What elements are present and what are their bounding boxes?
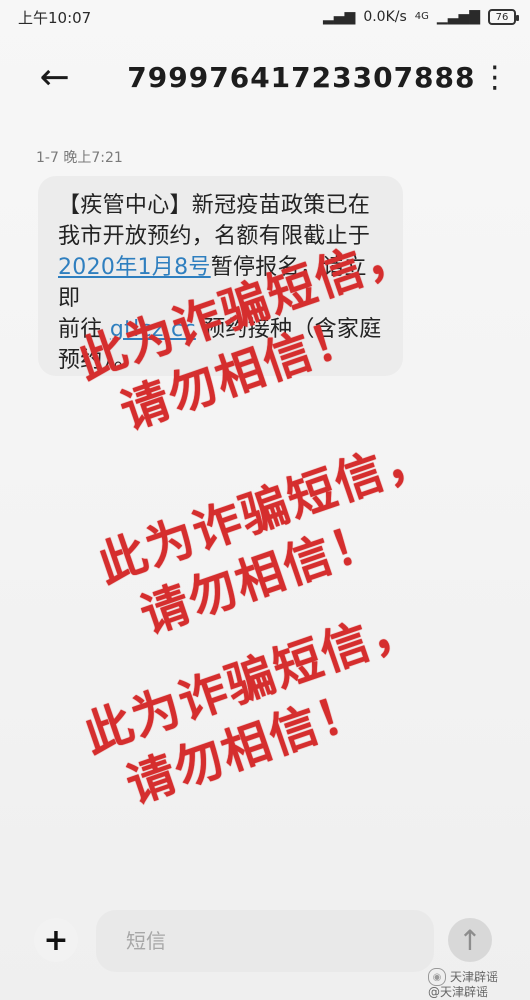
signal-bars-icon: ▁▃▅▇ <box>436 9 480 25</box>
contact-phone-number: 79997641723307888 <box>127 60 476 94</box>
net-speed: 0.0K/s <box>363 9 407 25</box>
status-bar: 上午10:07 ▂▄▆ 0.0K/s 4G ▁▃▅▇ 76 <box>0 0 530 34</box>
attach-button[interactable]: + <box>34 918 78 962</box>
message-line-1: 【疾管中心】新冠疫苗政策已在 <box>58 193 371 218</box>
weibo-icon: ◉ <box>428 968 446 986</box>
message-timestamp: 1-7 晚上7:21 <box>36 150 123 166</box>
status-indicators: ▂▄▆ 0.0K/s 4G ▁▃▅▇ 76 <box>323 9 519 25</box>
watermark-line-2: @天津辟谣 <box>428 985 489 999</box>
more-vertical-icon: ⋮ <box>479 59 510 95</box>
sms-conversation-screen: 上午10:07 ▂▄▆ 0.0K/s 4G ▁▃▅▇ 76 ← 79997641… <box>0 0 530 1000</box>
send-button[interactable]: ↑ <box>448 918 492 962</box>
compose-bar: + ↑ <box>0 906 530 976</box>
send-arrow-icon: ↑ <box>458 923 482 957</box>
signal-icon: ▂▄▆ <box>323 9 356 25</box>
more-options-button[interactable]: ⋮ <box>476 47 515 107</box>
sms-input[interactable] <box>96 910 434 972</box>
status-time: 上午10:07 <box>18 8 92 27</box>
watermark-line-1: 天津辟谣 <box>450 969 499 984</box>
conversation-header: ← 79997641723307888 ⋮ <box>0 34 530 120</box>
plus-icon: + <box>43 922 69 958</box>
date-link[interactable]: 2020年1月8号 <box>58 255 211 280</box>
weibo-watermark: ◉ 天津辟谣 @天津辟谣 <box>428 968 498 999</box>
network-type: 4G <box>414 11 429 22</box>
battery-icon: 76 <box>488 9 519 25</box>
back-button[interactable]: ← <box>20 47 89 107</box>
back-arrow-icon: ← <box>39 56 70 98</box>
battery-level: 76 <box>495 11 509 23</box>
